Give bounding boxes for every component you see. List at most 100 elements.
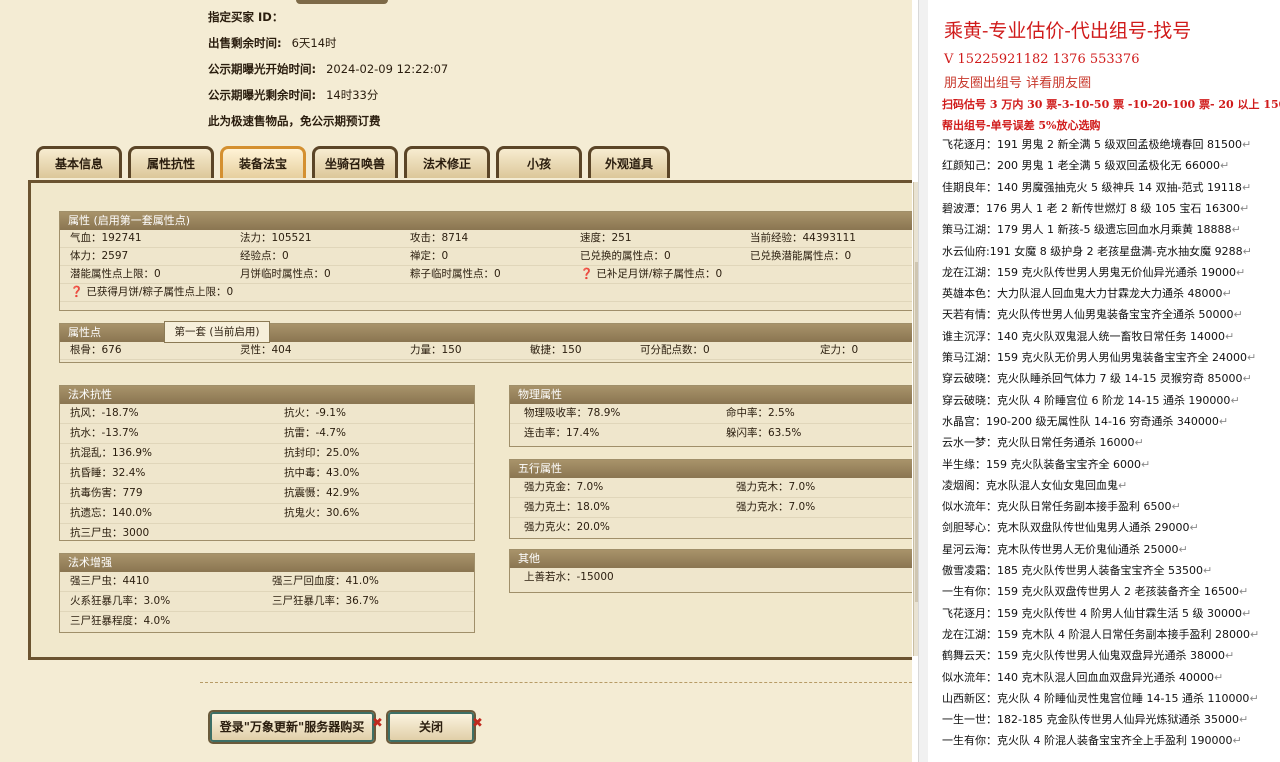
- ad-item: 飞花逐月：191 男鬼 2 新全满 5 级双回孟极绝境春回 81500↵: [942, 136, 1251, 152]
- tab-appearance[interactable]: 外观道具: [588, 146, 670, 178]
- ad-item-text: 红颜知己：200 男鬼 1 老全满 5 级双回孟极化无 66000: [942, 159, 1220, 173]
- tab-attributes-resist[interactable]: 属性抗性: [128, 146, 214, 178]
- tab-basic-info[interactable]: 基本信息: [36, 146, 122, 178]
- paragraph-mark-icon: ↵: [1246, 351, 1257, 364]
- ad-item-text: 一生一世：182-185 克金队传世男人仙异光炼狱通杀 35000: [942, 713, 1239, 727]
- tab-child[interactable]: 小孩: [496, 146, 582, 178]
- ad-item: 天若有情：克火队传世男人仙男鬼装备宝宝齐全通杀 50000↵: [942, 306, 1243, 322]
- ad-item-text: 穿云破晓：克火队睡杀回气体力 7 级 14-15 灵猴穷奇 85000: [942, 372, 1243, 386]
- ad-item: 一生一世：182-185 克金队传世男人仙异光炼狱通杀 35000↵: [942, 711, 1248, 727]
- ad-item: 水云仙府:191 女魔 8 级护身 2 老孩星盘满-克水抽女魔 9288↵: [942, 243, 1252, 259]
- ad-item-text: 一生有你：159 克火队双盘传世男人 2 老孩装备齐全 16500: [942, 585, 1239, 599]
- attribute-header: 属性 (启用第一套属性点): [60, 212, 912, 230]
- sale-row: 指定买家 ID：: [208, 4, 448, 30]
- paragraph-mark-icon: ↵: [1224, 649, 1235, 663]
- wuxing-cell: 强力克火：20.0%: [524, 521, 610, 533]
- ad-item: 英雄本色：大力队混人回血鬼大力甘霖龙大力通杀 48000↵: [942, 285, 1232, 301]
- enhance-cell: 强三尸回血度：41.0%: [272, 575, 379, 587]
- ad-item-text: 英雄本色：大力队混人回血鬼大力甘霖龙大力通杀 48000: [942, 287, 1223, 301]
- tab-equipment[interactable]: 装备法宝: [220, 146, 306, 178]
- attr-cell: 经验点：0: [240, 250, 289, 262]
- paragraph-mark-icon: ↵: [1134, 436, 1144, 450]
- resist-cell: 抗风：-18.7%: [70, 407, 139, 419]
- help-icon[interactable]: ❓: [580, 268, 593, 280]
- point-cell: 根骨：676: [70, 344, 122, 356]
- attr-cell: 已兑换潜能属性点：0: [750, 250, 852, 262]
- point-cell: 敏捷：150: [530, 344, 582, 356]
- physical-row: 物理吸收率：78.9% 命中率：2.5%: [510, 404, 912, 424]
- resist-row: 抗三尸虫：3000: [60, 524, 474, 543]
- ad-panel: 乘黄-专业估价-代出组号-找号 V 15225921182 1376 55337…: [928, 0, 1280, 762]
- paragraph-mark-icon: ↵: [1213, 670, 1224, 684]
- point-cell: 力量：150: [410, 344, 462, 356]
- ad-item-text: 水云仙府:191 女魔 8 级护身 2 老孩星盘满-克水抽女魔 9288: [942, 244, 1243, 258]
- wuxing-cell: 强力克金：7.0%: [524, 481, 604, 493]
- ad-item-text: 傲雪凌霜：185 克火队传世男人装备宝宝齐全 53500: [942, 564, 1203, 577]
- ad-item-text: 穿云破晓：克火队 4 阶睡宫位 6 阶龙 14-15 通杀 190000: [942, 393, 1231, 407]
- wuxing-row: 强力克火：20.0%: [510, 518, 912, 537]
- ad-item-text: 策马江湖：179 男人 1 新孩-5 级遗忘回血水月乘黄 18888: [942, 223, 1232, 237]
- login-server-buy-button[interactable]: 登录"万象更新"服务器购买: [208, 710, 376, 744]
- ad-item-text: 山西新区：克火队 4 阶睡仙灵性鬼宫位睡 14-15 通杀 110000: [942, 691, 1250, 705]
- enhance-header: 法术增强: [60, 554, 474, 572]
- resist-row: 抗毒伤害：779 抗震慑：42.9%: [60, 484, 474, 504]
- attr-cell-text: 已补足月饼/粽子属性点：0: [596, 268, 723, 280]
- attribute-row: 潜能属性点上限：0 月饼临时属性点：0 粽子临时属性点：0 ❓ 已补足月饼/粽子…: [60, 266, 912, 284]
- ad-item-text: 策马江湖：159 克火队无价男人男仙男鬼装备宝宝齐全 24000: [942, 351, 1247, 364]
- paragraph-mark-icon: ↵: [1224, 329, 1235, 343]
- ad-item: 凌烟阁：克水队混人女仙女鬼回血鬼↵: [942, 477, 1127, 493]
- paragraph-mark-icon: ↵: [1249, 627, 1260, 641]
- ad-item: 龙在江湖：159 克木队 4 阶混人日常任务副本接手盈利 28000↵: [942, 626, 1259, 642]
- ad-item: 一生有你：克火队 4 阶混人装备宝宝齐全上手盈利 190000↵: [942, 732, 1242, 748]
- tab-point-set-1[interactable]: 第一套 (当前启用): [164, 321, 270, 343]
- attribute-section: 属性 (启用第一套属性点) 气血：192741 法力：105521 攻击：871…: [59, 211, 912, 311]
- wuxing-row: 强力克金：7.0% 强力克木：7.0%: [510, 478, 912, 498]
- help-icon[interactable]: ❓: [70, 286, 83, 298]
- ad-contact: V 15225921182 1376 553376: [944, 52, 1140, 67]
- physical-section: 物理属性 物理吸收率：78.9% 命中率：2.5% 连击率：17.4% 躲闪率：63…: [509, 385, 912, 447]
- resist-cell: 抗封印：25.0%: [284, 447, 360, 459]
- ad-item-text: 谁主沉浮：140 克火队双鬼混人统一畜牧日常任务 14000: [942, 329, 1225, 343]
- attr-cell: 月饼临时属性点：0: [240, 268, 331, 280]
- enhance-section: 法术增强 强三尸虫：4410 强三尸回血度：41.0% 火系狂暴几率：3.0% 三尸…: [59, 553, 475, 633]
- other-header: 其他: [510, 550, 912, 568]
- ad-item-text: 飞花逐月：191 男鬼 2 新全满 5 级双回孟极绝境春回 81500: [942, 138, 1242, 151]
- close-mark-icon: ✖: [372, 716, 383, 731]
- resist-cell: 抗昏睡：32.4%: [70, 467, 146, 479]
- ad-item: 似水流年：140 克木队混人回血血双盘异光通杀 40000↵: [942, 669, 1223, 685]
- ad-item: 红颜知己：200 男鬼 1 老全满 5 级双回孟极化无 66000↵: [942, 157, 1229, 173]
- other-cell: 上善若水：-15000: [524, 571, 614, 583]
- paragraph-mark-icon: ↵: [1171, 500, 1181, 514]
- attribute-row: 体力：2597 经验点：0 禅定：0 已兑换的属性点：0 已兑换潜能属性点：0: [60, 248, 912, 266]
- paragraph-mark-icon: ↵: [1202, 564, 1213, 577]
- ad-item: 水晶宫：190-200 级无属性队 14-16 穷奇通杀 340000↵: [942, 413, 1228, 429]
- paragraph-mark-icon: ↵: [1241, 180, 1252, 194]
- sale-info: 指定买家 ID： 出售剩余时间: 6天14时 公示期曝光开始时间: 2024-02-…: [208, 4, 448, 134]
- ad-item-text: 云水一梦：克火队日常任务通杀 16000: [942, 436, 1135, 450]
- close-button[interactable]: 关闭: [386, 710, 476, 744]
- paragraph-mark-icon: ↵: [1238, 585, 1249, 599]
- paragraph-mark-icon: ↵: [1249, 691, 1259, 705]
- tab-mount-summon[interactable]: 坐骑召唤兽: [312, 146, 398, 178]
- ad-item-text: 龙在江湖：159 克火队传世男人男鬼无价仙异光通杀 19000: [942, 265, 1236, 279]
- physical-row: 连击率：17.4% 躲闪率：63.5%: [510, 424, 912, 443]
- resist-row: 抗水：-13.7% 抗雷：-4.7%: [60, 424, 474, 444]
- paragraph-mark-icon: ↵: [1218, 414, 1229, 428]
- attr-cell: 潜能属性点上限：0: [70, 268, 161, 280]
- ad-item: 龙在江湖：159 克火队传世男人男鬼无价仙异光通杀 19000↵: [942, 264, 1245, 280]
- points-section: 属性点 第一套 (当前启用) 根骨：676 灵性：404 力量：150 敏捷：1…: [59, 321, 912, 363]
- ad-item-text: 剑胆琴心：克木队双盘队传世仙鬼男人通杀 29000: [942, 521, 1190, 535]
- paragraph-mark-icon: ↵: [1189, 521, 1199, 535]
- physical-header: 物理属性: [510, 386, 912, 404]
- resist-cell: 抗火：-9.1%: [284, 407, 346, 419]
- resist-cell: 抗遗忘：140.0%: [70, 507, 153, 519]
- paragraph-mark-icon: ↵: [1241, 138, 1252, 151]
- tab-spell-correction[interactable]: 法术修正: [404, 146, 490, 178]
- ad-item: 鹤舞云天：159 克火队传世男人仙鬼双盘异光通杀 38000↵: [942, 647, 1234, 663]
- physical-cell: 物理吸收率：78.9%: [524, 407, 621, 419]
- other-row: 上善若水：-15000: [510, 568, 912, 587]
- ad-item-text: 龙在江湖：159 克木队 4 阶混人日常任务副本接手盈利 28000: [942, 627, 1250, 641]
- attr-cell-text: 已获得月饼/粽子属性点上限：0: [86, 286, 234, 298]
- paragraph-mark-icon: ↵: [1178, 542, 1188, 556]
- resist-cell: 抗鬼火：30.6%: [284, 507, 360, 519]
